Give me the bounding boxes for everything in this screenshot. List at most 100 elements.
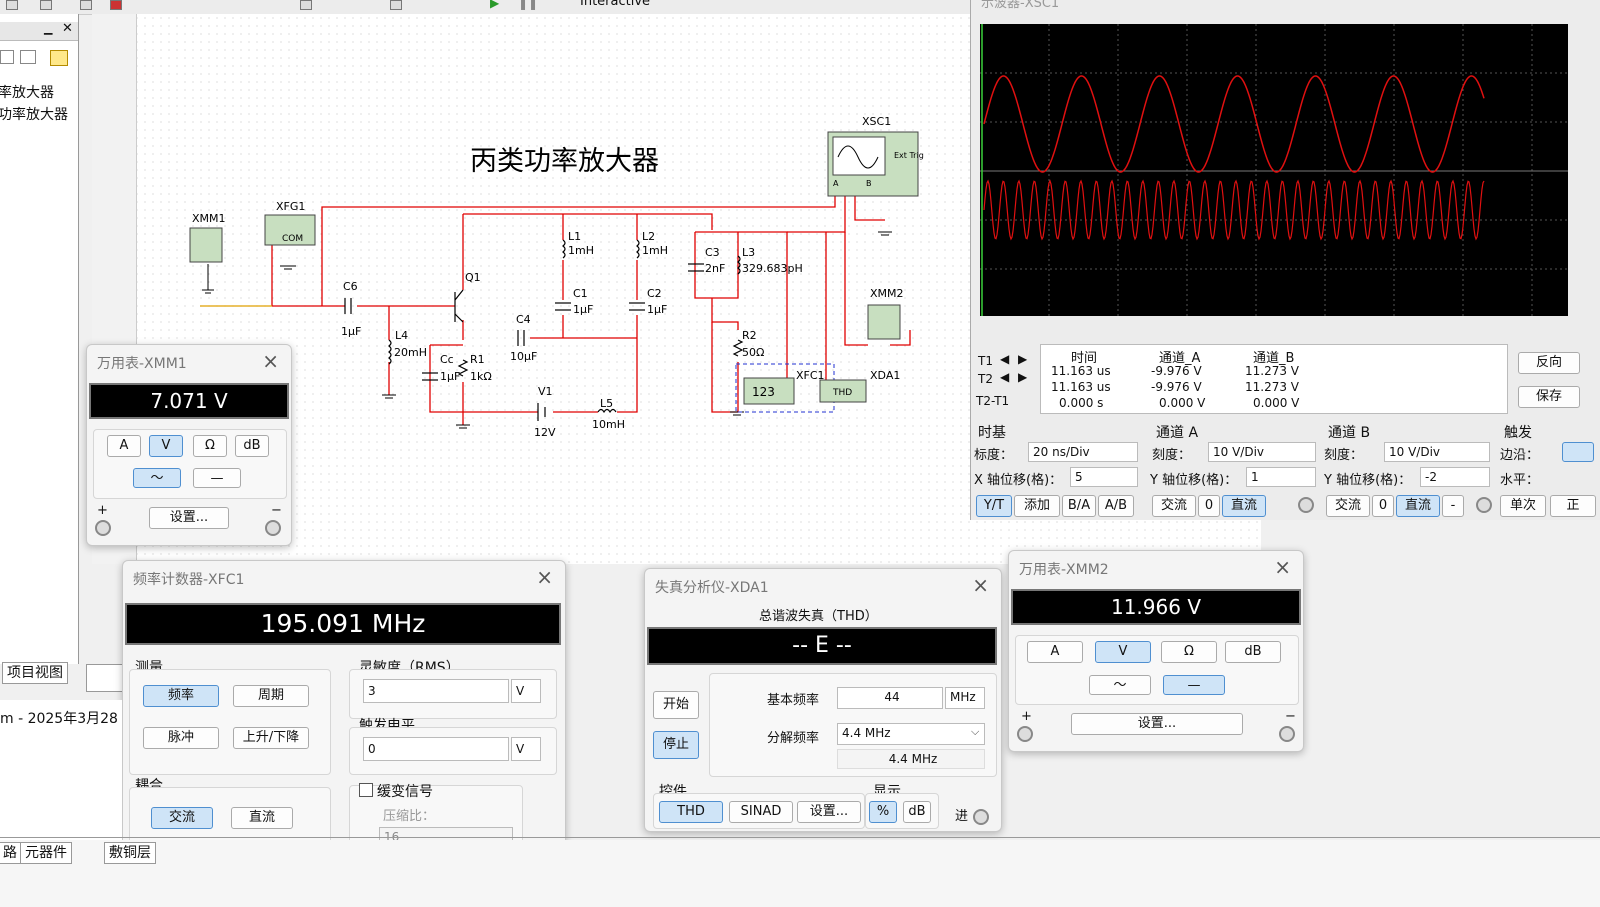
svg-text:Q1: Q1	[465, 271, 481, 284]
stop-button[interactable]: 停止	[653, 731, 699, 759]
cursor-left-icon[interactable]: ◀	[1000, 370, 1009, 384]
rise-fall-button[interactable]: 上升/下降	[233, 727, 309, 749]
dc-coupling-button[interactable]: 直流	[231, 807, 293, 829]
channel-b-ypos-input[interactable]: -2	[1420, 467, 1490, 487]
channel-a-dc-button[interactable]: 直流	[1222, 495, 1266, 517]
chevron-down-icon[interactable]: ⌵	[971, 725, 979, 739]
close-icon[interactable]: ×	[1274, 555, 1291, 579]
svg-text:R2: R2	[742, 329, 757, 342]
normal-button[interactable]: 正	[1550, 495, 1596, 517]
terminal-icon[interactable]	[973, 809, 989, 825]
terminal-minus-icon[interactable]	[265, 520, 281, 536]
channel-a-ac-button[interactable]: 交流	[1152, 495, 1196, 517]
volt-button[interactable]: V	[1095, 641, 1151, 663]
x-position-input[interactable]: 5	[1070, 467, 1138, 487]
thd-header: 总谐波失真（THD）	[759, 609, 878, 624]
xmm2-symbol[interactable]	[867, 304, 901, 340]
ac-mode-button[interactable]: 〜	[1089, 675, 1151, 695]
channel-b-knob[interactable]	[1476, 497, 1492, 513]
cursor-left-icon[interactable]: ◀	[1000, 352, 1009, 366]
single-button[interactable]: 单次	[1500, 495, 1546, 517]
cursor-right-icon[interactable]: ▶	[1018, 370, 1027, 384]
dc-mode-button[interactable]: —	[193, 468, 241, 488]
start-button[interactable]: 开始	[653, 691, 699, 719]
trigger-edge-button[interactable]	[1562, 442, 1594, 462]
settings-button[interactable]: 设置...	[797, 801, 861, 823]
tab-nets[interactable]: 路	[0, 842, 22, 864]
ohm-button[interactable]: Ω	[1161, 641, 1217, 663]
ab-button[interactable]: A/B	[1098, 495, 1134, 517]
resolution-readout: 4.4 MHz	[837, 749, 985, 769]
svg-text:1µF: 1µF	[440, 370, 460, 383]
yt-button[interactable]: Y/T	[976, 495, 1012, 517]
frequency-button[interactable]: 频率	[143, 685, 219, 707]
sensitivity-unit[interactable]: V	[511, 679, 541, 703]
ac-mode-button[interactable]: 〜	[133, 468, 181, 488]
tab-components[interactable]: 元器件	[20, 842, 72, 864]
channel-a-scale-input[interactable]: 10 V/Div	[1208, 442, 1316, 462]
sinad-button[interactable]: SINAD	[729, 801, 793, 823]
channel-b-minus-button[interactable]: -	[1442, 495, 1464, 517]
sensitivity-input[interactable]: 3	[363, 679, 509, 703]
svg-text:XDA1: XDA1	[870, 369, 900, 382]
cursor-right-icon[interactable]: ▶	[1018, 352, 1027, 366]
xmm1-symbol[interactable]	[189, 227, 223, 263]
amp-button[interactable]: A	[1027, 641, 1083, 663]
trigger-level-input[interactable]: 0	[363, 737, 509, 761]
fundamental-freq-input[interactable]: 44	[837, 687, 943, 709]
db-button[interactable]: dB	[1225, 641, 1281, 663]
ac-coupling-button[interactable]: 交流	[151, 807, 213, 829]
dc-line-icon: —	[210, 471, 224, 486]
terminal-minus-icon[interactable]	[1279, 726, 1295, 742]
reverse-button[interactable]: 反向	[1518, 352, 1580, 374]
save-button[interactable]: 保存	[1518, 386, 1580, 408]
pulse-button[interactable]: 脉冲	[143, 727, 219, 749]
timebase-scale-input[interactable]: 20 ns/Div	[1028, 442, 1138, 462]
sine-wave-icon: 〜	[150, 471, 164, 486]
period-button[interactable]: 周期	[233, 685, 309, 707]
settings-button[interactable]: 设置...	[149, 507, 229, 529]
close-icon[interactable]: ×	[972, 573, 989, 597]
multimeter-xmm2-window: 万用表-XMM2 × 11.966 V A V Ω dB 〜 — + − 设置.…	[1008, 550, 1304, 752]
channel-b-zero-button[interactable]: 0	[1372, 495, 1394, 517]
dc-line-icon: —	[1187, 678, 1201, 693]
channel-b-ac-button[interactable]: 交流	[1326, 495, 1370, 517]
distortion-analyzer-window: 失真分析仪-XDA1 × 总谐波失真（THD） -- E -- 开始 停止 基本…	[644, 568, 1002, 832]
db-button[interactable]: dB	[235, 435, 269, 457]
oscilloscope-screen[interactable]	[980, 24, 1568, 316]
terminal-plus-icon[interactable]	[1017, 726, 1033, 742]
percent-button[interactable]: %	[869, 801, 897, 823]
sine-wave-icon: 〜	[1113, 678, 1127, 693]
db-button[interactable]: dB	[903, 801, 931, 823]
svg-text:XMM2: XMM2	[870, 287, 904, 300]
resolution-freq-select[interactable]: 4.4 MHz	[837, 723, 985, 745]
channel-a-knob[interactable]	[1298, 497, 1314, 513]
channel-b-scale-input[interactable]: 10 V/Div	[1384, 442, 1490, 462]
fundamental-freq-unit[interactable]: MHz	[945, 687, 985, 709]
dc-mode-button[interactable]: —	[1163, 675, 1225, 695]
add-button[interactable]: 添加	[1014, 495, 1060, 517]
channel-a-zero-button[interactable]: 0	[1198, 495, 1220, 517]
channel-a-ypos-input[interactable]: 1	[1246, 467, 1316, 487]
close-icon[interactable]: ×	[536, 565, 553, 589]
settings-button[interactable]: 设置...	[1071, 713, 1243, 735]
tab-copper-layers[interactable]: 敷铜层	[104, 842, 156, 864]
trigger-level-unit[interactable]: V	[511, 737, 541, 761]
svg-text:C3: C3	[705, 246, 720, 259]
cursor-controls: T1 ◀ ▶ T2 ◀ ▶ T2-T1	[976, 352, 1028, 408]
thd-button[interactable]: THD	[659, 801, 723, 823]
window-title: 万用表-XMM1	[97, 356, 187, 372]
channel-b-dc-button[interactable]: 直流	[1396, 495, 1440, 517]
slow-signal-checkbox[interactable]	[359, 783, 373, 797]
terminal-plus-icon[interactable]	[95, 520, 111, 536]
oscilloscope-title: 示波器-XSC1	[981, 0, 1060, 11]
close-icon[interactable]: ×	[262, 349, 279, 373]
ohm-button[interactable]: Ω	[193, 435, 227, 457]
svg-text:C4: C4	[516, 313, 531, 326]
svg-text:THD: THD	[832, 388, 852, 398]
trigger-label: 触发	[1504, 425, 1532, 441]
svg-text:L2: L2	[642, 230, 655, 243]
amp-button[interactable]: A	[107, 435, 141, 457]
volt-button[interactable]: V	[149, 435, 183, 457]
ba-button[interactable]: B/A	[1062, 495, 1096, 517]
